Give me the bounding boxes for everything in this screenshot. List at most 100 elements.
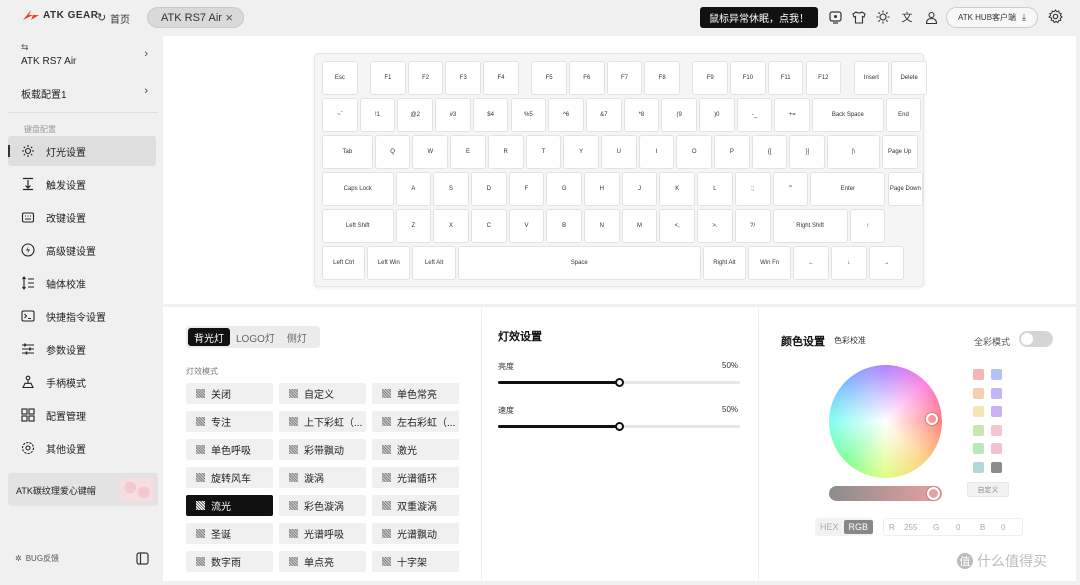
- sidebar-item-calibration[interactable]: 轴体校准: [8, 268, 156, 298]
- key-u[interactable]: U: [600, 135, 637, 169]
- sidebar-item-lighting[interactable]: 灯光设置: [8, 136, 156, 166]
- key-[interactable]: >.: [697, 209, 733, 243]
- key-g[interactable]: G: [546, 172, 582, 206]
- key-q[interactable]: Q: [374, 135, 411, 169]
- key-f11[interactable]: F11: [767, 61, 804, 95]
- key-w[interactable]: W: [412, 135, 449, 169]
- custom-color-button[interactable]: 自定义: [967, 482, 1009, 497]
- translate-icon[interactable]: 文: [899, 9, 915, 25]
- atk-logo[interactable]: ATK GEAR: [22, 9, 98, 21]
- effect-option[interactable]: 光谱呼吸: [279, 523, 366, 544]
- brightness-slider[interactable]: [498, 378, 740, 387]
- key-f2[interactable]: F2: [407, 61, 444, 95]
- effect-option[interactable]: 漩涡: [279, 467, 366, 488]
- key-right-shift[interactable]: Right Shift: [772, 209, 848, 243]
- color-calibration-link[interactable]: 色彩校准: [834, 335, 866, 346]
- key-o[interactable]: O: [676, 135, 713, 169]
- key-h[interactable]: H: [584, 172, 620, 206]
- key-0[interactable]: )0: [699, 98, 735, 132]
- key-m[interactable]: M: [621, 209, 658, 243]
- hub-client-button[interactable]: ATK HUB客户端 ⤓: [946, 7, 1038, 28]
- key-back-space[interactable]: Back Space: [812, 98, 884, 132]
- device-selector[interactable]: ⇆ ATK RS7 Air ›: [8, 38, 158, 74]
- key-z[interactable]: Z: [395, 209, 432, 243]
- key-8[interactable]: *8: [623, 98, 660, 132]
- color-swatch[interactable]: [991, 387, 1002, 399]
- effect-option[interactable]: 彩带飘动: [279, 439, 366, 460]
- tab-backlight[interactable]: 背光灯: [188, 328, 230, 346]
- sleep-issue-button[interactable]: 鼠标异常休眠，点我！: [700, 7, 818, 28]
- key-f10[interactable]: F10: [730, 61, 766, 95]
- key-9[interactable]: (9: [661, 98, 697, 132]
- color-swatch[interactable]: [991, 369, 1002, 380]
- key-[interactable]: ←: [793, 246, 829, 280]
- full-color-mode-toggle[interactable]: [1019, 331, 1053, 347]
- brightness-icon[interactable]: [875, 9, 891, 25]
- key-left-ctrl[interactable]: Left Ctrl: [322, 246, 366, 280]
- key-[interactable]: }]: [789, 135, 826, 169]
- key-3[interactable]: #3: [435, 98, 471, 132]
- promo-keycap-banner[interactable]: ATK碳纹理爱心键帽: [8, 473, 158, 506]
- key-[interactable]: +=: [774, 98, 811, 132]
- key-i[interactable]: I: [638, 135, 675, 169]
- firmware-icon[interactable]: [827, 9, 843, 25]
- key-f5[interactable]: F5: [531, 61, 567, 95]
- key-x[interactable]: X: [433, 209, 469, 243]
- effect-option[interactable]: 单色呼吸: [186, 439, 273, 460]
- key-t[interactable]: T: [525, 135, 562, 169]
- saturation-slider[interactable]: [829, 486, 942, 501]
- b-input[interactable]: 0: [1001, 523, 1005, 532]
- key-left-alt[interactable]: Left Alt: [412, 246, 456, 280]
- color-swatch[interactable]: [991, 424, 1002, 436]
- color-swatch[interactable]: [973, 369, 984, 380]
- key-[interactable]: ~`: [322, 98, 358, 132]
- effect-option[interactable]: 单色常亮: [372, 383, 459, 404]
- close-tab-icon[interactable]: ×: [225, 10, 233, 25]
- key-4[interactable]: $4: [472, 98, 509, 132]
- refresh-icon[interactable]: ↻: [97, 11, 106, 24]
- saturation-handle[interactable]: [927, 487, 940, 500]
- settings-gear-icon[interactable]: [1048, 9, 1063, 29]
- key-delete[interactable]: Delete: [891, 61, 927, 95]
- sidebar-item-advanced-keys[interactable]: 高级键设置: [8, 235, 156, 265]
- key-esc[interactable]: Esc: [322, 61, 358, 95]
- color-swatch[interactable]: [991, 443, 1002, 454]
- bug-report-link[interactable]: ✲ BUG反馈: [15, 553, 59, 564]
- key-tab[interactable]: Tab: [322, 135, 373, 169]
- user-icon[interactable]: [923, 9, 939, 25]
- color-swatch[interactable]: [991, 461, 1002, 473]
- effect-option[interactable]: 十字架: [372, 551, 459, 572]
- key-win-fn[interactable]: Win Fn: [748, 246, 792, 280]
- effect-option[interactable]: 双重漩涡: [372, 495, 459, 516]
- key-k[interactable]: K: [659, 172, 696, 206]
- key-f1[interactable]: F1: [370, 61, 406, 95]
- brightness-handle[interactable]: [615, 378, 624, 387]
- key-f[interactable]: F: [508, 172, 545, 206]
- shirt-icon[interactable]: [851, 9, 867, 25]
- key-s[interactable]: S: [433, 172, 469, 206]
- key-f3[interactable]: F3: [445, 61, 482, 95]
- key-r[interactable]: R: [487, 135, 524, 169]
- g-input[interactable]: 0: [956, 523, 960, 532]
- color-swatch[interactable]: [991, 406, 1002, 417]
- key-f4[interactable]: F4: [483, 61, 519, 95]
- key-6[interactable]: ^6: [548, 98, 584, 132]
- key-f12[interactable]: F12: [805, 61, 842, 95]
- key-caps-lock[interactable]: Caps Lock: [322, 172, 394, 206]
- speed-handle[interactable]: [615, 422, 624, 431]
- color-swatch[interactable]: [973, 461, 984, 473]
- key-page-up[interactable]: Page Up: [881, 135, 918, 169]
- key-f7[interactable]: F7: [606, 61, 643, 95]
- color-swatch[interactable]: [973, 424, 984, 436]
- key-b[interactable]: B: [546, 209, 582, 243]
- key-enter[interactable]: Enter: [810, 172, 886, 206]
- key-end[interactable]: End: [885, 98, 922, 132]
- effect-option[interactable]: 专注: [186, 411, 273, 432]
- effect-option[interactable]: 上下彩虹（...: [279, 411, 366, 432]
- key-1[interactable]: !1: [359, 98, 396, 132]
- key-[interactable]: -_: [736, 98, 773, 132]
- color-wheel-handle[interactable]: [926, 413, 938, 425]
- collapse-sidebar-icon[interactable]: [136, 552, 149, 570]
- key-d[interactable]: D: [470, 172, 507, 206]
- key-right-alt[interactable]: Right Alt: [702, 246, 746, 280]
